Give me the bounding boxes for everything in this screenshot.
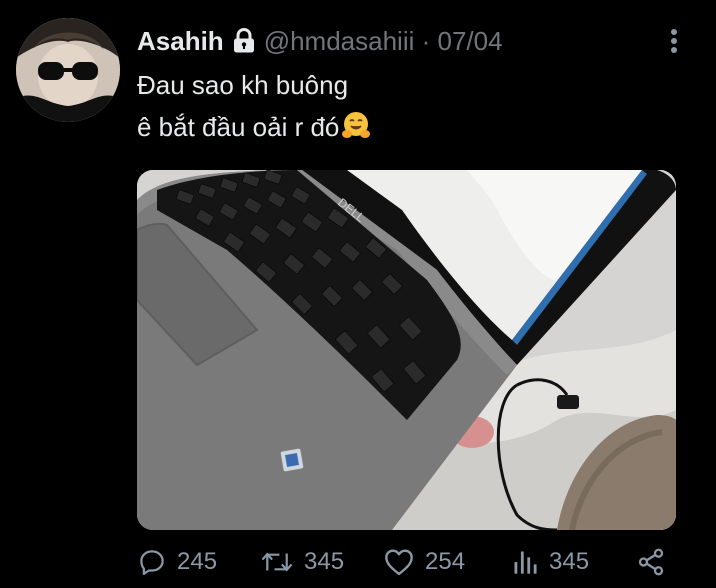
hugging-face-emoji-icon — [342, 112, 371, 138]
retweet-button[interactable]: 345 — [260, 542, 344, 582]
tweet-header: Asahih @hmdasahiii · 07/04 — [137, 24, 503, 58]
more-vertical-icon — [671, 29, 677, 53]
tweet-line-1: Đau sao kh buông — [137, 70, 349, 100]
heart-icon — [385, 549, 413, 576]
like-button[interactable]: 254 — [383, 542, 465, 582]
tweet-date[interactable]: 07/04 — [438, 26, 503, 56]
action-bar: 245 345 254 345 — [137, 542, 697, 582]
views-count: 345 — [549, 548, 590, 575]
retweet-count: 345 — [304, 548, 345, 575]
tweet-line-2-text: ê bắt đầu oải r đó — [137, 112, 340, 142]
tweet-line-2: ê bắt đầu oải r đó — [137, 106, 697, 148]
bar-chart-icon — [514, 551, 537, 574]
tweet-meta: @hmdasahiii · 07/04 — [264, 26, 503, 57]
reply-button[interactable]: 245 — [137, 542, 217, 582]
reply-count: 245 — [177, 548, 218, 575]
tweet: Asahih @hmdasahiii · 07/04 Đau sao kh bu… — [0, 0, 716, 588]
laptop-photo: DELL — [137, 170, 676, 530]
lock-icon — [233, 28, 254, 53]
share-icon — [638, 548, 664, 576]
share-button[interactable] — [636, 542, 666, 582]
tweet-text: Đau sao kh buông ê bắt đầu oải r đó — [137, 64, 697, 148]
views-button[interactable]: 345 — [511, 542, 589, 582]
like-count: 254 — [425, 548, 466, 575]
tweet-media-photo[interactable]: DELL — [137, 170, 676, 530]
more-options-button[interactable] — [662, 24, 686, 58]
handle[interactable]: @hmdasahiii — [264, 26, 415, 56]
reply-icon — [140, 550, 164, 575]
retweet-icon — [261, 552, 293, 572]
avatar-image — [16, 18, 120, 122]
display-name[interactable]: Asahih — [137, 26, 224, 57]
meta-separator: · — [421, 25, 431, 56]
avatar[interactable] — [16, 18, 120, 122]
